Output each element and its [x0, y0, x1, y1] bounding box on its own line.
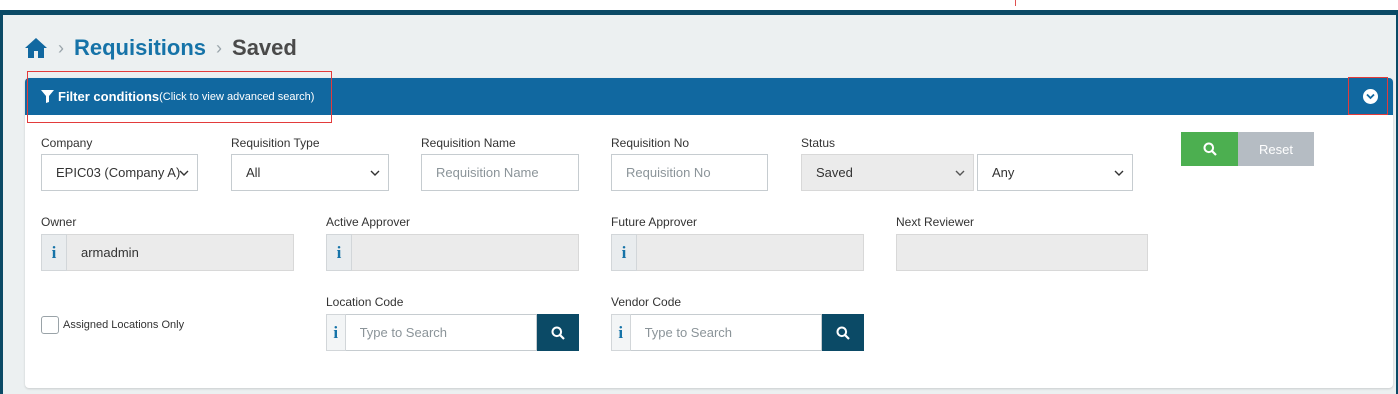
chevron-down-icon [1114, 170, 1124, 176]
status-select-value: Saved [816, 165, 853, 180]
owner-value: armadmin [67, 234, 294, 271]
reset-button[interactable]: Reset [1238, 132, 1314, 166]
breadcrumb-separator-icon: › [58, 37, 64, 58]
chevron-down-icon [955, 170, 965, 176]
chevron-down-icon [370, 170, 380, 176]
status-sub-select[interactable]: Any [977, 154, 1133, 191]
info-icon[interactable]: i [611, 234, 637, 271]
requisition-name-label: Requisition Name [421, 136, 516, 150]
active-approver-value [352, 234, 579, 271]
company-label: Company [41, 136, 93, 150]
vendor-code-input[interactable] [630, 314, 822, 351]
status-sub-select-value: Any [992, 165, 1015, 180]
status-label: Status [801, 136, 836, 150]
future-approver-label: Future Approver [611, 215, 698, 229]
future-approver-field[interactable]: i [611, 234, 864, 271]
requisition-type-select[interactable]: All [231, 154, 389, 191]
page-title: Saved [232, 35, 297, 60]
future-approver-value [637, 234, 864, 271]
search-icon [1203, 142, 1217, 156]
next-reviewer-field[interactable] [896, 234, 1148, 271]
info-icon[interactable]: i [326, 234, 352, 271]
vendor-code-label: Vendor Code [611, 295, 682, 309]
info-icon[interactable]: i [611, 314, 631, 351]
requisition-type-label: Requisition Type [231, 136, 320, 150]
top-bar [0, 0, 1398, 15]
home-icon[interactable] [24, 37, 48, 59]
owner-label: Owner [41, 215, 77, 229]
vendor-code-search-button[interactable] [821, 314, 864, 351]
assigned-locations-label[interactable]: Assigned Locations Only [63, 319, 184, 331]
info-icon[interactable]: i [41, 234, 67, 271]
location-code-field: i [326, 314, 579, 351]
chevron-down-icon [179, 170, 189, 176]
breadcrumb-separator-icon: › [216, 37, 223, 58]
next-reviewer-label: Next Reviewer [896, 215, 975, 229]
requisition-type-value: All [246, 165, 261, 180]
highlight-box-collapse [1348, 77, 1388, 115]
active-approver-label: Active Approver [326, 215, 411, 229]
location-code-search-button[interactable] [536, 314, 579, 351]
info-icon[interactable]: i [326, 314, 346, 351]
requisition-name-input[interactable] [421, 154, 579, 191]
search-icon [551, 326, 565, 340]
assigned-locations-checkbox[interactable] [41, 316, 59, 334]
search-icon [836, 326, 850, 340]
search-button[interactable] [1181, 132, 1239, 166]
requisition-no-label: Requisition No [611, 136, 690, 150]
breadcrumb-requisitions-link[interactable]: Requisitions [74, 35, 206, 61]
top-marker [1015, 0, 1016, 6]
location-code-label: Location Code [326, 295, 404, 309]
highlight-box-filter-title [27, 71, 332, 123]
status-select[interactable]: Saved [801, 154, 974, 191]
company-select[interactable]: EPIC03 (Company A) [41, 154, 198, 191]
breadcrumb: › Requisitions › Saved [24, 33, 297, 63]
company-select-value: EPIC03 (Company A) [56, 165, 181, 180]
requisition-no-input[interactable] [611, 154, 768, 191]
active-approver-field[interactable]: i [326, 234, 579, 271]
owner-field[interactable]: i armadmin [41, 234, 294, 271]
vendor-code-field: i [611, 314, 864, 351]
location-code-input[interactable] [345, 314, 537, 351]
